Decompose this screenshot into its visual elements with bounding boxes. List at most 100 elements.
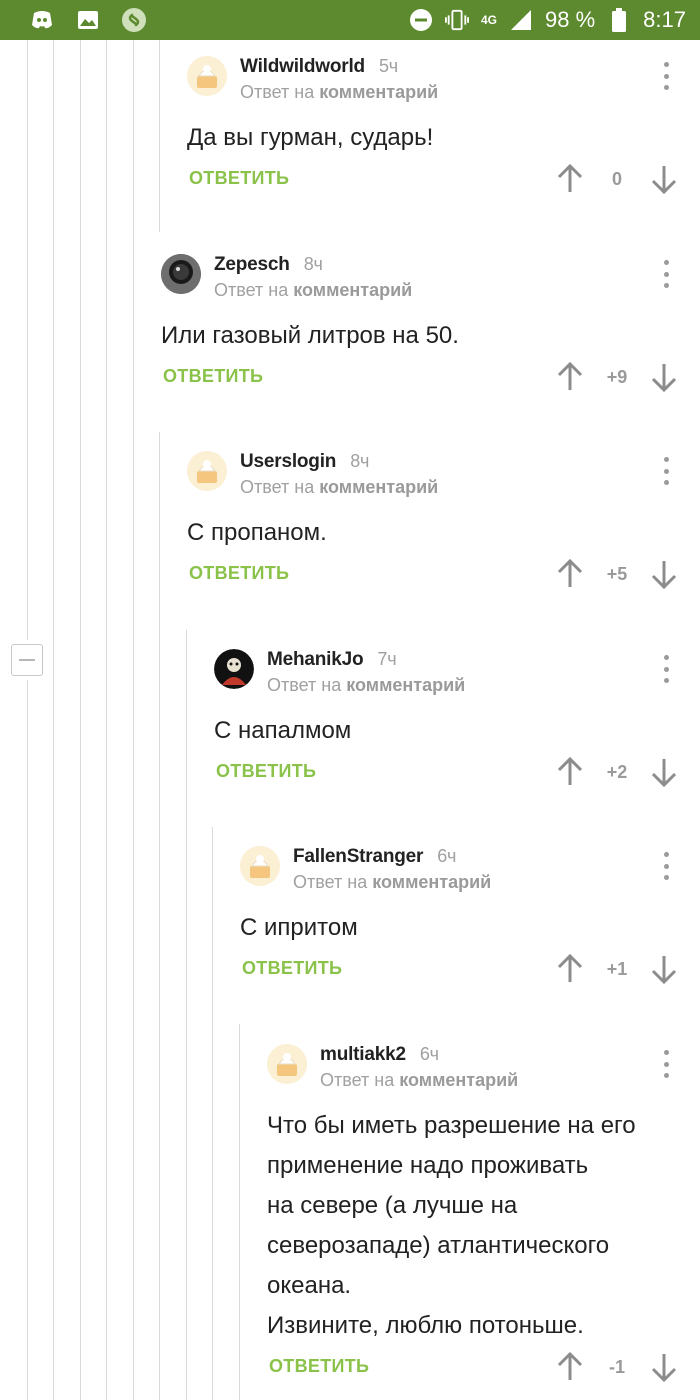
clock: 8:17 bbox=[643, 7, 686, 32]
comment-time: 5ч bbox=[378, 56, 398, 76]
comment: Zepesch 8ч Ответ на комментарий Или газов… bbox=[161, 254, 687, 406]
default-avatar[interactable] bbox=[267, 1044, 307, 1084]
comment-header: multiakk2 6ч Ответ на комментарий bbox=[267, 1044, 687, 1100]
comment-text: Да вы гурман, сударь! bbox=[187, 124, 434, 151]
reply-to-label: Ответ на комментарий bbox=[267, 675, 466, 695]
comment-text: Или газовый литров на 50. bbox=[161, 322, 459, 349]
upvote-arrow-icon[interactable] bbox=[557, 362, 583, 392]
more-options-icon[interactable] bbox=[661, 457, 671, 485]
shazam-icon bbox=[122, 8, 146, 32]
vote-controls: -1 bbox=[557, 1352, 677, 1382]
reply-button[interactable]: ОТВЕТИТЬ bbox=[242, 958, 342, 979]
vote-controls: +1 bbox=[557, 954, 677, 984]
reply-to-link[interactable]: комментарий bbox=[399, 1070, 518, 1090]
collapse-thread-button[interactable] bbox=[11, 644, 43, 676]
more-options-icon[interactable] bbox=[661, 1050, 671, 1078]
comment-footer: ОТВЕТИТЬ +2 bbox=[214, 757, 687, 801]
comment-time: 8ч bbox=[350, 451, 370, 471]
thread-line bbox=[53, 40, 54, 1400]
reply-button[interactable]: ОТВЕТИТЬ bbox=[189, 563, 289, 584]
signal-icon bbox=[509, 8, 533, 32]
comment: MehanikJo 7ч Ответ на комментарий С напал… bbox=[214, 649, 687, 801]
more-options-icon[interactable] bbox=[661, 62, 671, 90]
reply-to-link[interactable]: комментарий bbox=[372, 872, 491, 892]
vote-score: +2 bbox=[606, 761, 628, 782]
vote-score: -1 bbox=[608, 1356, 625, 1377]
network-type-icon: 4G bbox=[481, 13, 498, 27]
downvote-arrow-icon[interactable] bbox=[651, 757, 677, 787]
comment-header: MehanikJo 7ч Ответ на комментарий bbox=[214, 649, 687, 705]
discord-icon bbox=[30, 8, 54, 32]
reply-to-label: Ответ на комментарий bbox=[240, 477, 439, 497]
comment-author[interactable]: multiakk2 6ч bbox=[320, 1044, 439, 1066]
more-options-icon[interactable] bbox=[661, 260, 671, 288]
reply-to-link[interactable]: комментарий bbox=[293, 280, 412, 300]
comment: Wildwildworld 5ч Ответ на комментарий Да … bbox=[187, 56, 687, 208]
comment-footer: ОТВЕТИТЬ 0 bbox=[187, 164, 687, 208]
photo-avatar[interactable] bbox=[214, 649, 254, 689]
downvote-arrow-icon[interactable] bbox=[651, 559, 677, 589]
reply-to-label: Ответ на комментарий bbox=[293, 872, 492, 892]
upvote-arrow-icon[interactable] bbox=[557, 954, 583, 984]
thread-line bbox=[80, 40, 81, 1400]
vote-score: +5 bbox=[606, 563, 628, 584]
vote-controls: +9 bbox=[557, 362, 677, 392]
comment-author[interactable]: Wildwildworld 5ч bbox=[240, 56, 398, 78]
reply-to-label: Ответ на комментарий bbox=[240, 82, 439, 102]
more-options-icon[interactable] bbox=[661, 655, 671, 683]
comment-footer: ОТВЕТИТЬ -1 bbox=[267, 1352, 687, 1396]
default-avatar[interactable] bbox=[240, 846, 280, 886]
reply-button[interactable]: ОТВЕТИТЬ bbox=[216, 761, 316, 782]
thread-line bbox=[159, 432, 160, 1400]
thread-line bbox=[106, 40, 107, 1400]
upvote-arrow-icon[interactable] bbox=[557, 757, 583, 787]
image-icon bbox=[76, 8, 100, 32]
comment-footer: ОТВЕТИТЬ +9 bbox=[161, 362, 687, 406]
vibrate-icon bbox=[445, 8, 469, 32]
reply-button[interactable]: ОТВЕТИТЬ bbox=[269, 1356, 369, 1377]
comment-text: Что бы иметь разрешение на его применени… bbox=[267, 1112, 636, 1339]
vote-controls: +2 bbox=[557, 757, 677, 787]
downvote-arrow-icon[interactable] bbox=[651, 1352, 677, 1382]
comment: multiakk2 6ч Ответ на комментарий Что бы … bbox=[267, 1044, 687, 1396]
reply-to-link[interactable]: комментарий bbox=[319, 477, 438, 497]
reply-to-label: Ответ на комментарий bbox=[320, 1070, 519, 1090]
default-avatar[interactable] bbox=[187, 56, 227, 96]
thread-line bbox=[159, 40, 160, 232]
reply-button[interactable]: ОТВЕТИТЬ bbox=[163, 366, 263, 387]
comment-author[interactable]: FallenStranger 6ч bbox=[293, 846, 456, 868]
reply-to-link[interactable]: комментарий bbox=[346, 675, 465, 695]
vote-controls: +5 bbox=[557, 559, 677, 589]
downvote-arrow-icon[interactable] bbox=[651, 954, 677, 984]
reply-button[interactable]: ОТВЕТИТЬ bbox=[189, 168, 289, 189]
reply-to-link[interactable]: комментарий bbox=[319, 82, 438, 102]
comment-author[interactable]: Userslogin 8ч bbox=[240, 451, 369, 473]
comment-header: Userslogin 8ч Ответ на комментарий bbox=[187, 451, 687, 507]
comment-text: С ипритом bbox=[240, 914, 358, 941]
comment-footer: ОТВЕТИТЬ +5 bbox=[187, 559, 687, 603]
photo-avatar[interactable] bbox=[161, 254, 201, 294]
default-avatar[interactable] bbox=[187, 451, 227, 491]
upvote-arrow-icon[interactable] bbox=[557, 559, 583, 589]
comment-time: 6ч bbox=[437, 846, 457, 866]
thread-line bbox=[27, 40, 28, 640]
vote-score: 0 bbox=[611, 168, 622, 189]
downvote-arrow-icon[interactable] bbox=[651, 164, 677, 194]
comment-time: 8ч bbox=[303, 254, 323, 274]
downvote-arrow-icon[interactable] bbox=[651, 362, 677, 392]
thread-line bbox=[27, 680, 28, 1400]
comment-author[interactable]: MehanikJo 7ч bbox=[267, 649, 397, 671]
vote-score: +1 bbox=[606, 958, 628, 979]
do-not-disturb-icon bbox=[409, 8, 433, 32]
upvote-arrow-icon[interactable] bbox=[557, 164, 583, 194]
comment: Userslogin 8ч Ответ на комментарий С проп… bbox=[187, 451, 687, 603]
thread-line bbox=[239, 1024, 240, 1400]
comment-header: Wildwildworld 5ч Ответ на комментарий bbox=[187, 56, 687, 112]
vote-score: +9 bbox=[606, 366, 628, 387]
comment-author[interactable]: Zepesch 8ч bbox=[214, 254, 323, 276]
comment-header: Zepesch 8ч Ответ на комментарий bbox=[161, 254, 687, 310]
battery-percent: 98 % bbox=[545, 7, 596, 32]
more-options-icon[interactable] bbox=[661, 852, 671, 880]
comment-text: С напалмом bbox=[214, 717, 352, 744]
upvote-arrow-icon[interactable] bbox=[557, 1352, 583, 1382]
